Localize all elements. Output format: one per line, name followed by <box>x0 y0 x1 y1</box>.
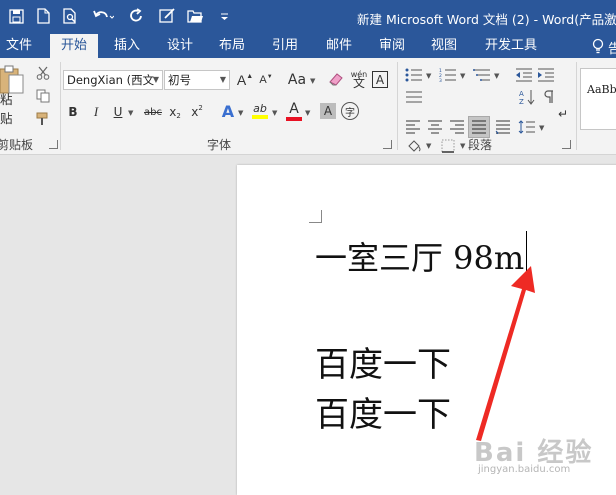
baidu-jingyan-watermark: Bai 经验 jingyan.baidu.com <box>468 428 608 480</box>
watermark-url: jingyan.baidu.com <box>478 464 571 475</box>
annotation-arrow-icon <box>476 266 535 441</box>
